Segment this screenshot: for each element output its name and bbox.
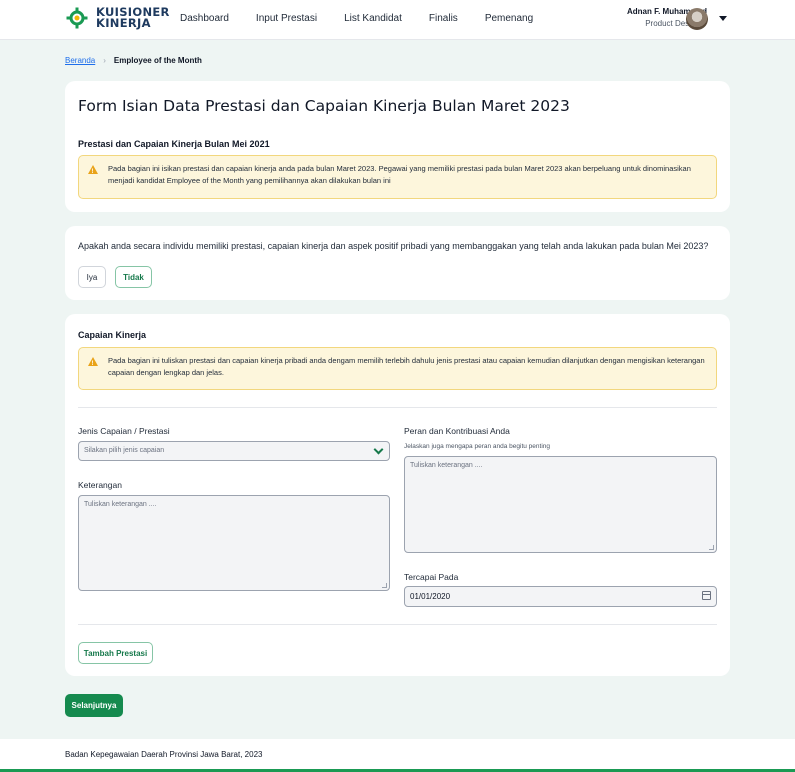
nav-list-kandidat[interactable]: List Kandidat	[344, 13, 402, 24]
jenis-capaian-placeholder: Silakan pilih jenis capaian	[84, 447, 165, 454]
divider	[78, 407, 717, 408]
resize-handle-icon[interactable]	[709, 545, 714, 550]
nav-dashboard[interactable]: Dashboard	[180, 13, 229, 24]
keterangan-textarea[interactable]: Tuliskan keterangan ....	[78, 495, 390, 591]
question-text: Apakah anda secara individu memiliki pre…	[78, 241, 709, 251]
tercapai-label: Tercapai Pada	[404, 572, 459, 582]
jenis-capaian-select[interactable]: Silakan pilih jenis capaian	[78, 441, 390, 461]
logo-text: KUISIONER KINERJA	[96, 6, 170, 30]
tambah-prestasi-button[interactable]: Tambah Prestasi	[78, 642, 153, 664]
form-header-card: Form Isian Data Prestasi dan Capaian Kin…	[65, 81, 730, 212]
breadcrumb-current: Employee of the Month	[113, 56, 202, 65]
peran-placeholder: Tuliskan keterangan ....	[410, 462, 483, 469]
warning-icon	[88, 165, 98, 178]
alert-text-line-2: menjadi kandidat Employee of the Month y…	[108, 176, 391, 185]
avatar[interactable]	[686, 8, 708, 30]
user-menu-chevron-down-icon[interactable]	[719, 16, 727, 21]
breadcrumb: Beranda › Employee of the Month	[65, 56, 202, 65]
page-title: Form Isian Data Prestasi dan Capaian Kin…	[78, 97, 570, 115]
calendar-icon[interactable]	[702, 591, 711, 600]
footer-text: Badan Kepegawaian Daerah Provinsi Jawa B…	[65, 750, 263, 759]
nav-finalis[interactable]: Finalis	[429, 13, 458, 24]
info-alert: Pada bagian ini isikan prestasi dan capa…	[78, 155, 717, 199]
breadcrumb-chevron-right-icon: ›	[103, 56, 106, 65]
capaian-kinerja-card: Capaian Kinerja Pada bagian ini tuliskan…	[65, 314, 730, 676]
question-card: Apakah anda secara individu memiliki pre…	[65, 226, 730, 300]
peran-textarea[interactable]: Tuliskan keterangan ....	[404, 456, 717, 553]
keterangan-placeholder: Tuliskan keterangan ....	[84, 501, 157, 508]
peran-label: Peran dan Kontribuasi Anda	[404, 426, 510, 436]
logo-line-2: KINERJA	[96, 16, 151, 30]
selanjutnya-button[interactable]: Selanjutnya	[65, 694, 123, 717]
option-iya-button[interactable]: Iya	[78, 266, 106, 288]
main-nav: Dashboard Input Prestasi List Kandidat F…	[180, 13, 560, 24]
option-tidak-button[interactable]: Tidak	[115, 266, 152, 288]
capaian-alert: Pada bagian ini tuliskan prestasi dan ca…	[78, 347, 717, 390]
jenis-capaian-label: Jenis Capaian / Prestasi	[78, 426, 170, 436]
divider	[78, 624, 717, 625]
alert-text-line-1: Pada bagian ini isikan prestasi dan capa…	[108, 164, 691, 173]
section-subtitle: Prestasi dan Capaian Kinerja Bulan Mei 2…	[78, 139, 270, 149]
top-navbar: KUISIONER KINERJA Dashboard Input Presta…	[0, 0, 795, 40]
peran-hint: Jelaskan juga mengapa peran anda begitu …	[404, 443, 551, 450]
tercapai-date-input[interactable]: 01/01/2020	[404, 586, 717, 607]
app-logo[interactable]: KUISIONER KINERJA	[66, 6, 170, 30]
alert-text-line-1: Pada bagian ini tuliskan prestasi dan ca…	[108, 356, 705, 365]
warning-icon	[88, 357, 98, 370]
breadcrumb-home-link[interactable]: Beranda	[65, 56, 95, 65]
chevron-down-icon	[373, 444, 384, 455]
nav-input-prestasi[interactable]: Input Prestasi	[256, 13, 317, 24]
capaian-title: Capaian Kinerja	[78, 330, 147, 340]
alert-text-line-2: capaian dengan lengkap dan jelas.	[108, 368, 224, 377]
tercapai-date-value: 01/01/2020	[410, 592, 451, 601]
resize-handle-icon[interactable]	[382, 583, 387, 588]
footer: Badan Kepegawaian Daerah Provinsi Jawa B…	[0, 739, 795, 772]
logo-icon	[66, 7, 88, 29]
nav-pemenang[interactable]: Pemenang	[485, 13, 533, 24]
keterangan-label: Keterangan	[78, 480, 122, 490]
